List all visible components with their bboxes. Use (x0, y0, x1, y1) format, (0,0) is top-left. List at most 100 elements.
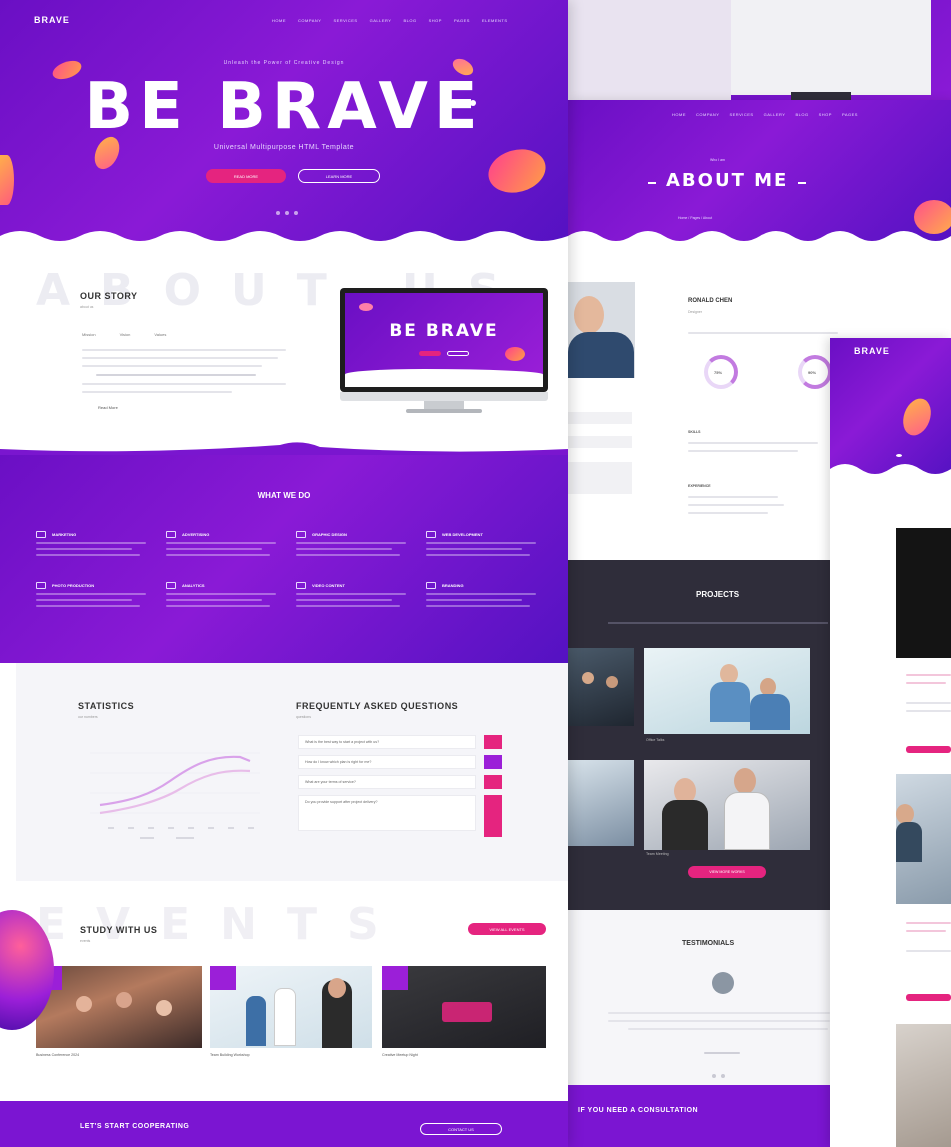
background-bar (791, 92, 851, 100)
quote-line (628, 1028, 828, 1030)
nav-item[interactable]: Shop (429, 18, 442, 23)
tab[interactable]: Values (154, 332, 166, 337)
person-figure (662, 800, 708, 850)
service-icon (296, 531, 306, 538)
service-icon (426, 531, 436, 538)
testimonials-section: TESTIMONIALS (568, 910, 830, 1090)
faq-toggle[interactable] (484, 755, 502, 769)
service-item[interactable]: Graphic Design (296, 531, 416, 556)
blog-hero: BRAVE (830, 338, 951, 479)
service-name: Web Development (442, 532, 483, 537)
cta-title: IF YOU NEED A CONSULTATION (578, 1107, 699, 1114)
slider-dots[interactable] (276, 211, 298, 215)
nav-item[interactable]: Home (272, 18, 286, 23)
service-item[interactable]: Branding (426, 582, 546, 607)
service-icon (166, 531, 176, 538)
nav-item[interactable]: Company (298, 18, 321, 23)
nav-item[interactable]: Gallery (764, 112, 786, 117)
blog-post-image[interactable] (896, 774, 951, 904)
project-image[interactable] (568, 760, 634, 846)
learn-more-button[interactable]: Learn More (298, 169, 380, 183)
event-card[interactable] (210, 966, 372, 1048)
faq-item[interactable]: What are your terms of service? (298, 775, 476, 789)
stats-faq-section: STATISTICS our numbers FREQUENTLY ASKED … (16, 663, 568, 881)
stats-title: STATISTICS (78, 701, 135, 711)
event-caption[interactable]: Business Conference 2024 (36, 1053, 79, 1057)
faq-toggle[interactable] (484, 795, 502, 837)
nav-item[interactable]: Home (672, 112, 686, 117)
event-date-badge (382, 966, 408, 990)
project-caption[interactable]: Team Meeting (646, 852, 669, 856)
mini-button (419, 351, 441, 356)
blog-title-line (906, 674, 951, 676)
slider-dots[interactable] (712, 1074, 725, 1078)
project-caption[interactable]: Office Talks (646, 738, 664, 742)
text-line (82, 365, 262, 367)
project-image[interactable] (644, 760, 810, 850)
read-more-button[interactable]: Read More (206, 169, 286, 183)
title-dash (648, 182, 656, 184)
wave-divider (0, 231, 568, 245)
decor-blob (359, 303, 373, 311)
logo[interactable]: BRAVE (854, 346, 890, 356)
service-name: Marketing (52, 532, 77, 537)
text-line (96, 374, 256, 376)
read-more-link[interactable]: Read More (98, 405, 118, 410)
service-icon (166, 582, 176, 589)
view-all-events-button[interactable]: View All Events (468, 923, 546, 935)
profile-name: RONALD CHEN (688, 298, 733, 304)
tab[interactable]: Mission (82, 332, 96, 337)
event-caption[interactable]: Team Building Workshop (210, 1053, 250, 1057)
event-card[interactable] (382, 966, 546, 1048)
blog-title-line (906, 922, 951, 924)
faq-item[interactable]: What is the best way to start a project … (298, 735, 476, 749)
service-item[interactable]: Marketing (36, 531, 156, 556)
service-name: Photo Production (52, 583, 95, 588)
read-more-button[interactable] (906, 746, 951, 753)
wave-divider (0, 442, 568, 455)
faq-toggle[interactable] (484, 735, 502, 749)
view-more-button[interactable]: View More Works (688, 866, 766, 878)
nav-item[interactable]: Gallery (370, 18, 392, 23)
blog-post-image[interactable] (896, 1024, 951, 1147)
info-block (568, 462, 632, 494)
text-line (688, 442, 818, 444)
consultation-cta: IF YOU NEED A CONSULTATION (568, 1085, 830, 1147)
service-item[interactable]: Advertising (166, 531, 286, 556)
chart-line (99, 755, 251, 807)
contact-button[interactable]: Contact Us (420, 1123, 502, 1135)
service-item[interactable]: Analytics (166, 582, 286, 607)
nav-item[interactable]: Services (333, 18, 357, 23)
nav-item[interactable]: Blog (403, 18, 416, 23)
service-icon (36, 531, 46, 538)
tab[interactable]: Vision (120, 332, 131, 337)
read-more-button[interactable] (906, 994, 951, 1001)
person-face (734, 768, 756, 794)
faq-item[interactable]: How do I know which plan is right for me… (298, 755, 476, 769)
nav-item[interactable]: Shop (819, 112, 832, 117)
project-image[interactable] (568, 648, 634, 726)
event-caption[interactable]: Creative Meetup Night (382, 1053, 418, 1057)
breadcrumb[interactable]: Home / Pages / About (678, 216, 712, 220)
project-image[interactable] (644, 648, 810, 734)
person-face (606, 676, 618, 688)
nav-item[interactable]: Pages (454, 18, 470, 23)
nav-item[interactable]: Pages (842, 112, 858, 117)
decor-blob (0, 155, 14, 205)
service-item[interactable]: Photo Production (36, 582, 156, 607)
service-item[interactable]: Web Development (426, 531, 546, 556)
nav-item[interactable]: Services (729, 112, 753, 117)
nav-item[interactable]: Elements (482, 18, 508, 23)
event-card[interactable] (36, 966, 202, 1048)
blog-post-image[interactable] (896, 528, 951, 658)
person-figure (116, 992, 132, 1008)
chart-x-ticks (108, 827, 254, 829)
service-name: Advertising (182, 532, 210, 537)
logo[interactable]: BRAVE (34, 15, 70, 25)
faq-item-expanded[interactable]: Do you provide support after project del… (298, 795, 476, 831)
nav-item[interactable]: Blog (795, 112, 808, 117)
faq-toggle[interactable] (484, 775, 502, 789)
nav-item[interactable]: Company (696, 112, 719, 117)
service-item[interactable]: Video Content (296, 582, 416, 607)
person-figure (76, 996, 92, 1012)
